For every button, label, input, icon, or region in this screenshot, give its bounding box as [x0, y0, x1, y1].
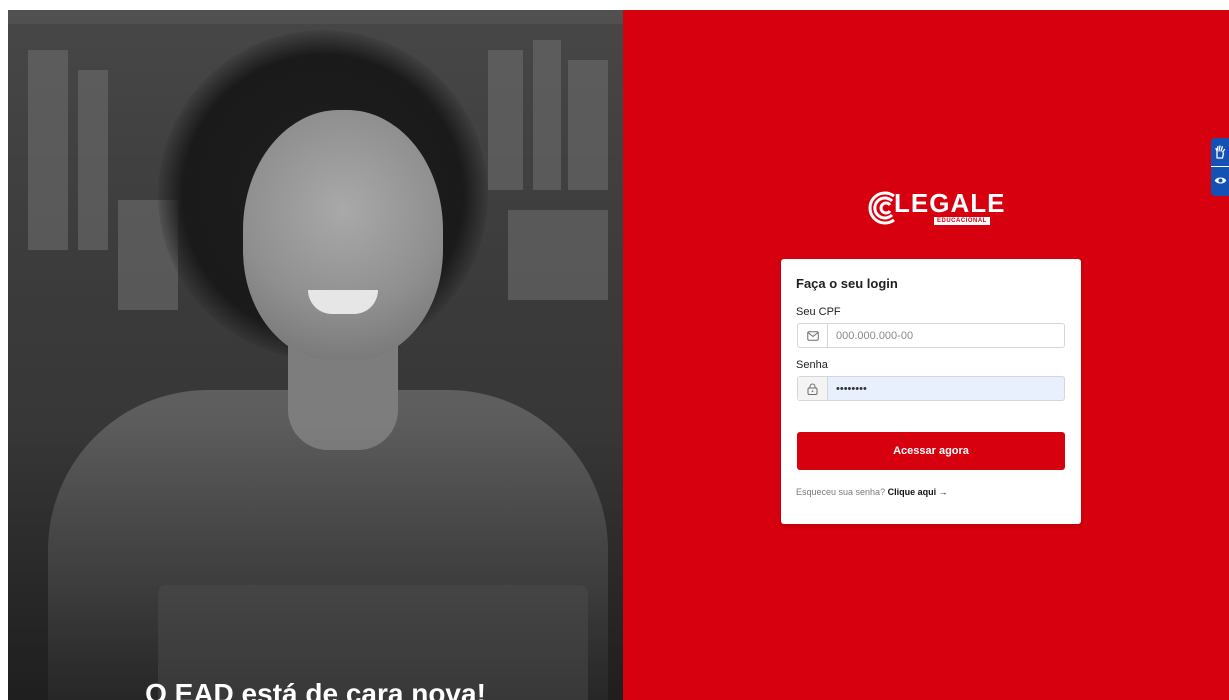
login-card: Faça o seu login Seu CPF Senha Acessar a… [781, 259, 1081, 524]
mail-icon [798, 324, 828, 347]
cpf-input[interactable] [828, 324, 1064, 347]
forgot-password-link[interactable]: Clique aqui → [888, 487, 948, 497]
forgot-password: Esqueceu sua senha? Clique aqui → [796, 487, 948, 497]
brand-subtitle: EDUCACIONAL [934, 217, 990, 225]
cpf-label: Seu CPF [796, 306, 841, 318]
image-overlay [8, 10, 623, 700]
password-input-group [797, 376, 1065, 401]
hero-headline: O EAD está de cara nova! [145, 678, 486, 700]
cpf-input-group [797, 323, 1065, 348]
password-input[interactable] [828, 377, 1064, 400]
forgot-password-prompt: Esqueceu sua senha? [796, 487, 886, 497]
lock-icon [798, 377, 828, 400]
eye-icon[interactable] [1211, 166, 1229, 194]
accessibility-bar [1211, 138, 1229, 196]
brand-name: LEGALE [894, 188, 1006, 218]
brand-logo: LEGALE EDUCACIONAL [866, 188, 1004, 230]
login-submit-button[interactable]: Acessar agora [797, 432, 1065, 470]
password-label: Senha [796, 359, 828, 371]
login-title: Faça o seu login [796, 276, 898, 291]
hand-sign-icon[interactable] [1211, 138, 1229, 166]
hero-image-panel: O EAD está de cara nova! [8, 10, 623, 700]
